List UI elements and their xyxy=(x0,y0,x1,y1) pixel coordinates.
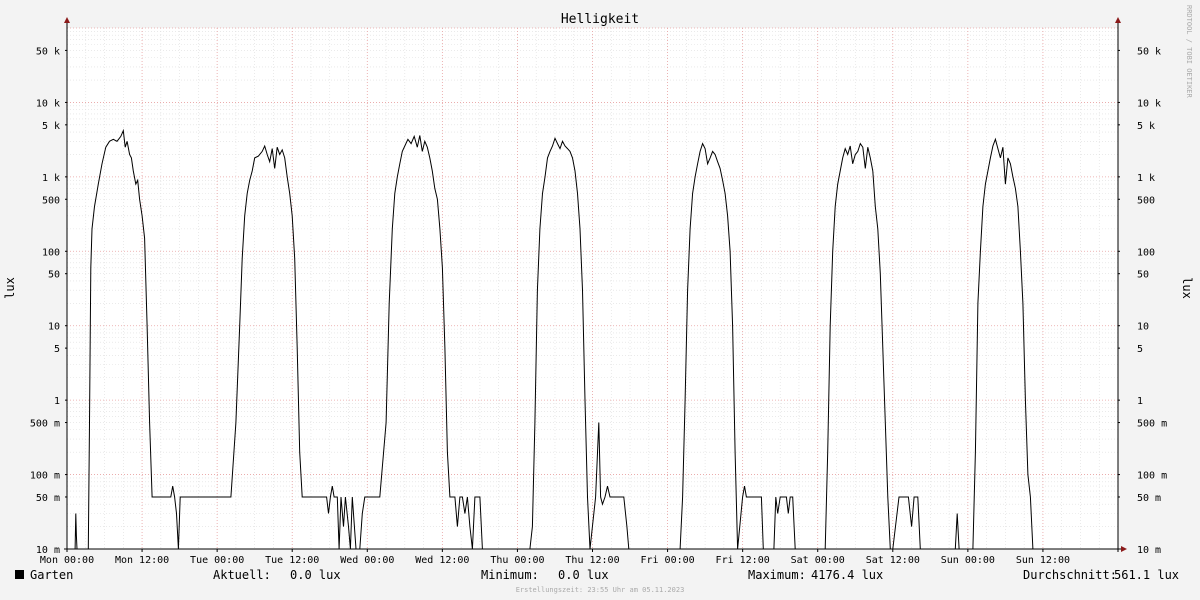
x-tick-label: Thu 00:00 xyxy=(490,555,544,566)
y-tick-label-left: 100 xyxy=(42,247,60,258)
y-axis-label-right: lux xyxy=(1180,277,1194,299)
y-tick-label-left: 50 k xyxy=(36,46,60,57)
y-tick-label-left: 50 m xyxy=(36,493,60,504)
x-tick-label: Tue 00:00 xyxy=(190,555,244,566)
y-tick-label-right: 500 xyxy=(1137,195,1155,206)
y-tick-label-right: 10 xyxy=(1137,322,1149,333)
brightness-chart: 50 k 10 k 5 k 1 k 500 100 50 10 5 1 500 m 100 m 50 m… xyxy=(0,0,1200,600)
creation-time: Erstellungszeit: 23:55 Uhr am 05.11.2023 xyxy=(516,586,685,594)
y-tick-label-right: 10 k xyxy=(1137,98,1161,109)
legend-maximum-value: 4176.4 lux xyxy=(811,568,883,582)
y-tick-label-left: 1 k xyxy=(42,173,60,184)
legend-minimum-value: 0.0 lux xyxy=(558,568,609,582)
legend-maximum-label: Maximum: xyxy=(748,568,806,582)
x-tick-label: Wed 12:00 xyxy=(415,555,469,566)
x-tick-label: Mon 12:00 xyxy=(115,555,169,566)
y-tick-label-right: 100 m xyxy=(1137,471,1167,482)
y-tick-label-right: 50 k xyxy=(1137,46,1161,57)
legend-swatch xyxy=(15,570,24,579)
y-tick-label-left: 10 xyxy=(48,322,60,333)
y-tick-label-left: 100 m xyxy=(30,471,60,482)
x-tick-label: Sat 12:00 xyxy=(866,555,920,566)
watermark: RRDTOOL / TOBI OETIKER xyxy=(1185,5,1193,99)
y-tick-label-left: 5 xyxy=(54,344,60,355)
x-tick-label: Fri 00:00 xyxy=(640,555,694,566)
y-tick-label-left: 1 xyxy=(54,396,60,407)
y-axis-label-left: lux xyxy=(3,277,17,299)
y-tick-label-left: 50 xyxy=(48,270,60,281)
legend-minimum-label: Minimum: xyxy=(481,568,539,582)
x-tick-label: Tue 12:00 xyxy=(265,555,319,566)
legend-average-value: 561.1 lux xyxy=(1114,568,1179,582)
y-tick-label-right: 5 xyxy=(1137,344,1143,355)
y-tick-label-right: 100 xyxy=(1137,247,1155,258)
legend-current-value: 0.0 lux xyxy=(290,568,341,582)
y-tick-label-left: 10 k xyxy=(36,98,60,109)
chart-container: 50 k 10 k 5 k 1 k 500 100 50 10 5 1 500 m 100 m 50 m… xyxy=(0,0,1200,600)
x-tick-label: Wed 00:00 xyxy=(340,555,394,566)
legend-average-label: Durchschnitt: xyxy=(1023,568,1117,582)
x-tick-label: Fri 12:00 xyxy=(716,555,770,566)
y-tick-label-right: 500 m xyxy=(1137,419,1167,430)
x-tick-label: Sun 12:00 xyxy=(1016,555,1070,566)
chart-title: Helligkeit xyxy=(561,12,639,27)
y-tick-label-right: 50 xyxy=(1137,270,1149,281)
legend-current-label: Aktuell: xyxy=(213,568,271,582)
y-tick-label-right: 1 k xyxy=(1137,173,1155,184)
y-tick-label-right: 5 k xyxy=(1137,121,1155,132)
x-tick-label: Thu 12:00 xyxy=(565,555,619,566)
x-tick-label: Sun 00:00 xyxy=(941,555,995,566)
x-tick-label: Mon 00:00 xyxy=(40,555,94,566)
y-tick-label-right: 10 m xyxy=(1137,545,1161,556)
y-tick-label-left: 500 xyxy=(42,195,60,206)
y-tick-label-right: 1 xyxy=(1137,396,1143,407)
y-tick-label-left: 5 k xyxy=(42,121,60,132)
y-tick-label-right: 50 m xyxy=(1137,493,1161,504)
x-tick-label: Sat 00:00 xyxy=(791,555,845,566)
y-tick-label-left: 500 m xyxy=(30,419,60,430)
legend-series-label: Garten xyxy=(30,568,73,582)
